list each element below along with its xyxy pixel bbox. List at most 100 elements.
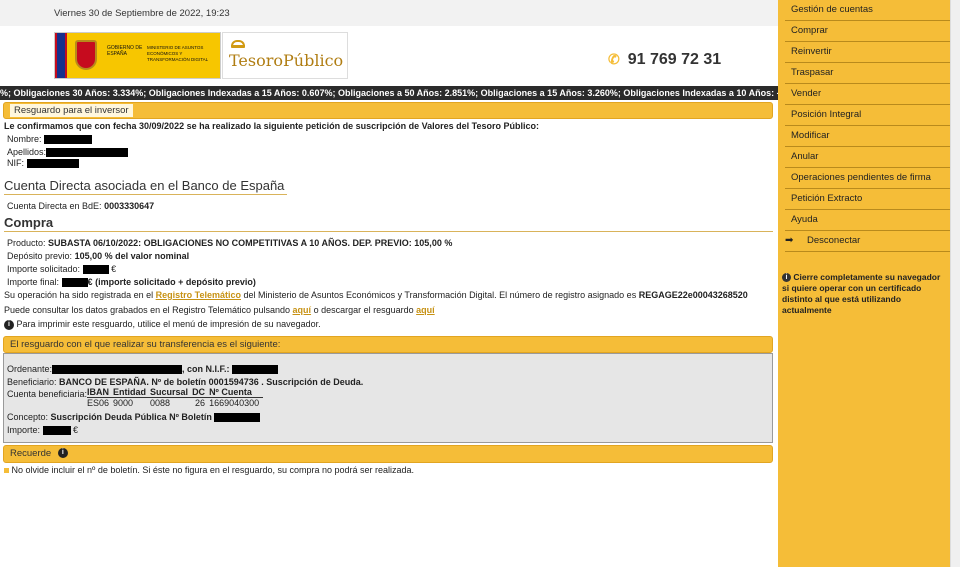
- sidebar-item-traspasar[interactable]: Traspasar: [785, 63, 950, 84]
- sucursal-value: 0088: [150, 398, 171, 408]
- info-icon: i: [4, 319, 14, 330]
- consultar-aqui-link[interactable]: aquí: [293, 305, 312, 315]
- cuenta-row: Cuenta Directa en BdE: 0003330647: [7, 201, 154, 211]
- apellidos-row: Apellidos:: [7, 147, 129, 158]
- sidebar-item-vender[interactable]: Vender: [785, 84, 950, 105]
- ordenante-redacted: [52, 365, 183, 375]
- sidebar-item-label: Anular: [791, 151, 819, 162]
- sidebar-item-reinvertir[interactable]: Reinvertir: [785, 42, 950, 63]
- deposito-row: Depósito previo: 105,00 % del valor nomi…: [7, 251, 189, 261]
- phone-icon: ✆: [608, 51, 620, 67]
- boletin-redacted: [214, 413, 261, 423]
- cuenta-value: 0003330647: [104, 201, 155, 211]
- divider: [4, 231, 773, 232]
- sidebar-item-posicion-integral[interactable]: Posición Integral: [785, 105, 950, 126]
- sidebar-item-label: Petición Extracto: [791, 193, 863, 204]
- intro-text: Le confirmamos que con fecha 30/09/2022 …: [4, 121, 540, 131]
- consultar-row: Puede consultar los datos grabados en el…: [4, 305, 435, 315]
- ministry-logo-text: MINISTERIO DE ASUNTOS ECONÓMICOS Y TRANS…: [147, 45, 209, 62]
- print-tip-text: Para imprimir este resguardo, utilice el…: [16, 319, 321, 329]
- page-scrollbar[interactable]: [950, 0, 960, 567]
- nombre-redacted: [44, 135, 93, 145]
- iban-col-cuenta: Nº Cuenta: [209, 387, 264, 398]
- cuenta-value: 1669040300: [209, 398, 260, 408]
- apellidos-label: Apellidos:: [7, 147, 47, 157]
- importe-final-row: Importe final: € (importe solicitado + d…: [7, 277, 256, 288]
- importe-solicitado-row: Importe solicitado: €: [7, 264, 116, 275]
- registro-text-pre: Su operación ha sido registrada en el: [4, 290, 154, 300]
- sidebar-item-desconectar[interactable]: ➡ Desconectar: [785, 231, 950, 252]
- nif-redacted: [26, 159, 79, 169]
- beneficiario-value: BANCO DE ESPAÑA. Nº de boletín 000159473…: [59, 377, 364, 387]
- spain-coat-of-arms-icon: [75, 40, 97, 70]
- consultar-text-mid: o descargar el resguardo: [313, 305, 414, 315]
- nombre-label: Nombre:: [7, 134, 42, 144]
- ordenante-row: Ordenante: , con N.I.F.:: [7, 364, 279, 375]
- importe-final-redacted: [61, 278, 88, 288]
- cuenta-heading: Cuenta Directa asociada en el Banco de E…: [4, 178, 285, 193]
- info-icon: i: [782, 273, 791, 283]
- registro-telematico-link[interactable]: Registro Telemático: [156, 290, 241, 300]
- sidebar-item-label: Traspasar: [791, 67, 834, 78]
- bullet-square-icon: [4, 468, 9, 474]
- sidebar-item-label: Posición Integral: [791, 109, 862, 120]
- iban-col-dc: DC: [192, 387, 210, 398]
- iban-value-row: ES06 9000 0088 26 1669040300: [87, 398, 263, 408]
- sidebar-item-label: Reinvertir: [791, 46, 832, 57]
- importe-label: Importe:: [7, 425, 41, 435]
- sidebar-item-label: Vender: [791, 88, 822, 99]
- resguardo-header: Resguardo para el inversor: [3, 102, 773, 119]
- nif-row: NIF:: [7, 158, 79, 169]
- compra-heading: Compra: [4, 215, 54, 230]
- transfer-header: El resguardo con el que realizar su tran…: [3, 336, 773, 353]
- sidebar-item-label: Ayuda: [791, 214, 818, 225]
- recuerde-note-row: No olvide incluir el nº de boletín. Si é…: [4, 465, 414, 475]
- sidebar-item-label: Desconectar: [807, 235, 861, 246]
- sidebar-item-peticion-extracto[interactable]: Petición Extracto: [785, 189, 950, 210]
- iban-col-sucursal: Sucursal: [150, 387, 193, 398]
- sidebar-item-label: Gestión de cuentas: [791, 4, 873, 15]
- con-nif-label: , con N.I.F.:: [182, 364, 230, 374]
- iban-header-row: IBAN Entidad Sucursal DC Nº Cuenta: [87, 387, 264, 398]
- importe-row: Importe: €: [7, 425, 78, 436]
- producto-value: SUBASTA 06/10/2022: OBLIGACIONES NO COMP…: [48, 238, 453, 248]
- producto-row: Producto: SUBASTA 06/10/2022: OBLIGACION…: [7, 238, 452, 248]
- tesoro-publico-logo[interactable]: TesoroPúblico: [222, 32, 348, 79]
- print-tip-row: i Para imprimir este resguardo, utilice …: [4, 319, 321, 330]
- concepto-row: Concepto: Suscripción Deuda Pública Nº B…: [7, 412, 261, 423]
- sidebar-item-operaciones-pendientes[interactable]: Operaciones pendientes de firma: [785, 168, 950, 189]
- resguardo-title: Resguardo para el inversor: [10, 104, 133, 117]
- sidebar-item-anular[interactable]: Anular: [785, 147, 950, 168]
- importe-final-label: Importe final:: [7, 277, 60, 287]
- sidebar-item-comprar[interactable]: Comprar: [785, 21, 950, 42]
- recuerde-note: No olvide incluir el nº de boletín. Si é…: [11, 465, 415, 475]
- nif-label: NIF:: [7, 158, 24, 168]
- beneficiario-label: Beneficiario:: [7, 377, 57, 387]
- recuerde-header: Recuerde i: [3, 445, 773, 463]
- ticker-text: %; Obligaciones 30 Años: 3.334%; Obligac…: [0, 88, 778, 98]
- deposito-value: 105,00 % del valor nominal: [74, 251, 190, 261]
- sidebar-item-label: Comprar: [791, 25, 828, 36]
- sidebar-item-modificar[interactable]: Modificar: [785, 126, 950, 147]
- cuenta-beneficiaria-label: Cuenta beneficiaria:: [7, 389, 88, 399]
- date-bar: Viernes 30 de Septiembre de 2022, 19:23: [0, 0, 778, 26]
- iban-col-iban: IBAN: [87, 387, 114, 398]
- apellidos-redacted: [46, 148, 129, 158]
- gov-logo-text: GOBIERNO DE ESPAÑA: [107, 45, 143, 57]
- gobierno-logo[interactable]: GOBIERNO DE ESPAÑA MINISTERIO DE ASUNTOS…: [54, 32, 221, 79]
- recuerde-title: Recuerde: [10, 448, 52, 459]
- info-icon: i: [57, 448, 68, 459]
- phone-number: 91 769 72 31: [627, 51, 722, 68]
- sidebar-item-gestion-cuentas[interactable]: Gestión de cuentas: [785, 0, 950, 21]
- importe-final-note: (importe solicitado + depósito previo): [95, 277, 256, 287]
- crown-icon: [231, 40, 245, 48]
- transfer-title: El resguardo con el que realizar su tran…: [10, 339, 281, 350]
- logout-arrow-icon: ➡: [785, 235, 794, 246]
- descargar-aqui-link[interactable]: aquí: [416, 305, 435, 315]
- deposito-label: Depósito previo:: [7, 251, 73, 261]
- registro-text-mid: del Ministerio de Asuntos Económicos y T…: [243, 290, 637, 300]
- consultar-text-pre: Puede consultar los datos grabados en el…: [4, 305, 291, 315]
- iban-table: IBAN Entidad Sucursal DC Nº Cuenta ES06 …: [87, 387, 264, 408]
- ordenante-nif-redacted: [232, 365, 279, 375]
- sidebar-item-ayuda[interactable]: Ayuda: [785, 210, 950, 231]
